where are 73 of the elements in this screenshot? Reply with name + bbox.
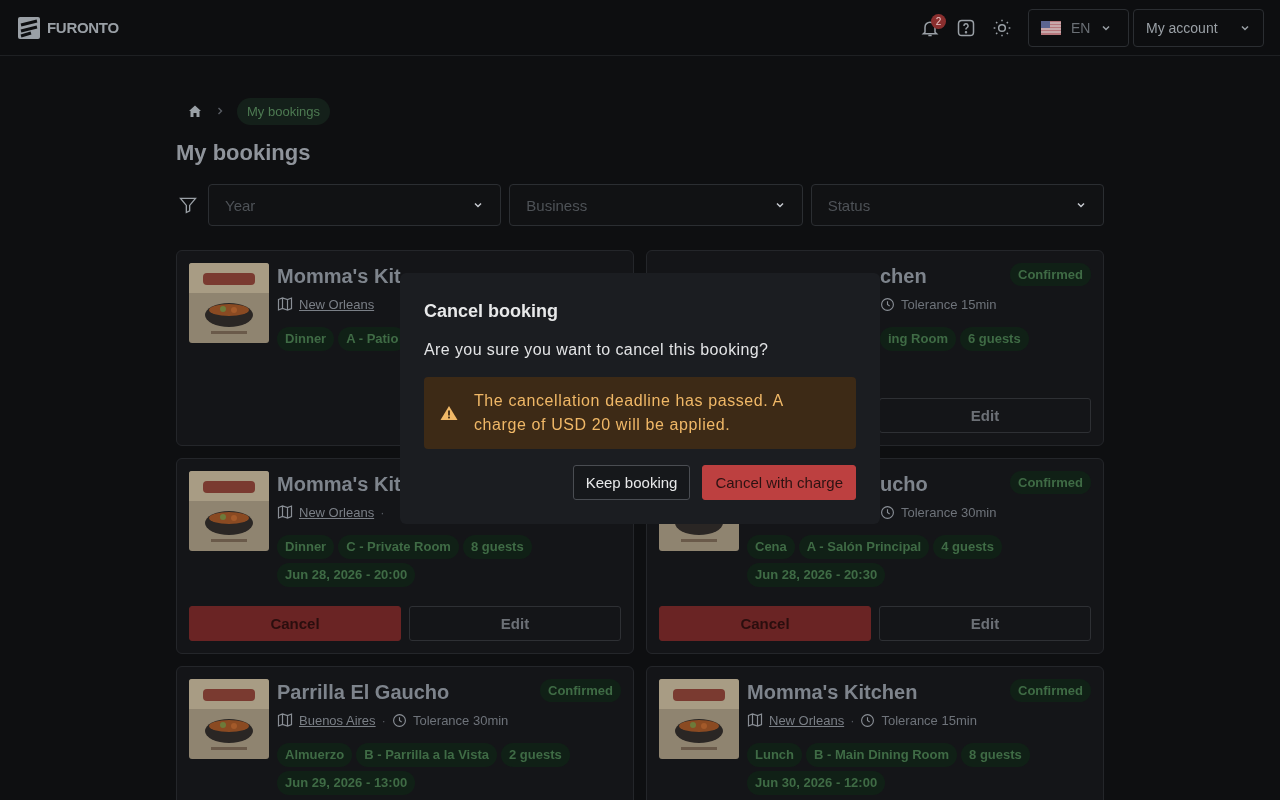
brand-name: FURONTO <box>47 19 119 36</box>
booking-tag: C - Private Room <box>338 535 459 559</box>
restaurant-name: Momma's Kit <box>277 264 401 289</box>
booking-tag: 8 guests <box>961 743 1030 767</box>
map-icon <box>747 712 763 728</box>
dialog-title: Cancel booking <box>424 300 559 323</box>
tolerance-text: Tolerance 15min <box>901 296 997 312</box>
tolerance-text: Tolerance 15min <box>881 712 977 728</box>
filter-icon <box>178 195 198 215</box>
booking-tag: Dinner <box>277 327 335 351</box>
warning-text: The cancellation deadline has passed. A charge of USD 20 will be applied. <box>474 391 784 435</box>
location-link[interactable]: New Orleans <box>299 504 375 520</box>
separator-dot: · <box>381 712 386 728</box>
restaurant-name: Momma's Kit <box>277 472 401 497</box>
dialog-message: Are you sure you want to cancel this booking? <box>424 340 770 360</box>
location-link[interactable]: New Orleans <box>769 712 845 728</box>
booking-tag: A - Salón Principal <box>798 535 930 559</box>
booking-tag: 8 guests <box>462 535 532 559</box>
notification-count: 2 <box>931 13 946 29</box>
restaurant-name: Momma's Kitchen <box>747 680 918 705</box>
keep-button[interactable]: Keep booking <box>572 465 691 500</box>
booking-tag: Lunch <box>747 743 802 767</box>
clock-icon <box>880 504 895 520</box>
breadcrumb-link[interactable]: My bookings <box>237 97 330 125</box>
language-dropdown[interactable]: EN <box>1028 8 1129 47</box>
booking-tag: Dinner <box>277 535 335 559</box>
status-badge: Confirmed <box>540 679 621 702</box>
booking-tag: Cena <box>747 535 795 559</box>
page-title: My bookings <box>176 139 312 167</box>
account-dropdown[interactable]: My account <box>1133 8 1264 47</box>
warning-icon <box>440 405 458 421</box>
tolerance-text: Tolerance 30min <box>412 712 509 728</box>
location-link[interactable]: New Orleans <box>299 296 375 312</box>
booking-tag: B - Main Dining Room <box>806 743 958 767</box>
logo-icon <box>17 15 41 40</box>
map-icon <box>277 296 293 312</box>
booking-tag: Jun 28, 2026 - 20:00 <box>277 563 416 587</box>
home-icon[interactable] <box>187 103 203 119</box>
filter-dropdown[interactable]: Year <box>208 184 502 226</box>
confirm-button[interactable]: Cancel with charge <box>702 465 856 500</box>
location-link[interactable]: Buenos Aires <box>299 712 376 728</box>
chevron-right-icon <box>215 106 225 116</box>
map-icon <box>277 504 293 520</box>
sun-icon <box>992 17 1012 38</box>
map-icon <box>277 712 293 728</box>
clock-icon <box>880 296 895 312</box>
booking-tag: Jun 28, 2026 - 20:30 <box>747 563 886 587</box>
edit-button[interactable]: Edit <box>409 606 621 641</box>
booking-tag: B - Parrilla a la Vista <box>356 743 497 767</box>
flag-icon <box>1041 20 1061 35</box>
booking-tag: Almuerzo <box>277 743 353 767</box>
clock-icon <box>860 712 876 728</box>
booking-tag: 4 guests <box>933 535 1002 559</box>
separator-dot: · <box>850 712 855 728</box>
restaurant-name: ucho <box>880 472 928 497</box>
notifications-button[interactable]: 2 <box>914 11 946 44</box>
booking-tag: 2 guests <box>501 743 570 767</box>
status-badge: Confirmed <box>1010 679 1091 702</box>
restaurant-name: chen <box>880 264 927 289</box>
restaurant-name: Parrilla El Gaucho <box>277 680 450 705</box>
status-badge: Confirmed <box>1010 263 1091 286</box>
booking-tag: ing Room <box>880 327 956 351</box>
filter-dropdown[interactable]: Business <box>509 184 803 226</box>
booking-tag: Jun 30, 2026 - 12:00 <box>747 771 886 795</box>
clock-icon <box>391 712 407 728</box>
booking-tag: 6 guests <box>959 327 1029 351</box>
filter-dropdown[interactable]: Status <box>810 184 1104 226</box>
tolerance-text: Tolerance 30min <box>901 504 997 520</box>
help-icon <box>956 17 976 38</box>
status-badge: Confirmed <box>1010 471 1091 494</box>
separator-dot: · <box>380 504 385 520</box>
edit-button[interactable]: Edit <box>879 606 1091 641</box>
booking-tag: Jun 29, 2026 - 13:00 <box>277 771 416 795</box>
